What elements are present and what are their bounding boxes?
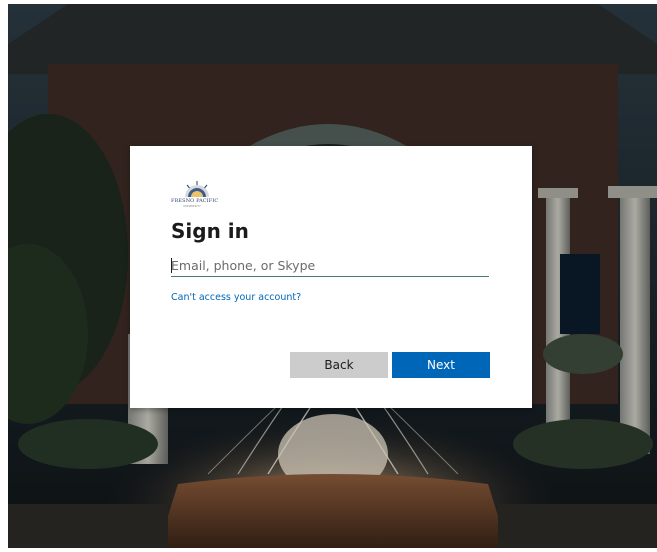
email-input[interactable] — [171, 254, 489, 277]
logo-subtext: UNIVERSITY — [183, 204, 201, 208]
sunburst-icon — [185, 181, 209, 197]
cant-access-account-link[interactable]: Can't access your account? — [171, 292, 301, 303]
page-title: Sign in — [171, 219, 249, 243]
university-logo: FRESNO PACIFIC UNIVERSITY — [171, 179, 223, 209]
back-button[interactable]: Back — [290, 352, 388, 378]
background-scene: FRESNO PACIFIC UNIVERSITY Sign in Can't … — [8, 4, 657, 548]
sign-in-dialog: FRESNO PACIFIC UNIVERSITY Sign in Can't … — [130, 146, 532, 408]
next-button[interactable]: Next — [392, 352, 490, 378]
text-caret — [171, 258, 172, 273]
